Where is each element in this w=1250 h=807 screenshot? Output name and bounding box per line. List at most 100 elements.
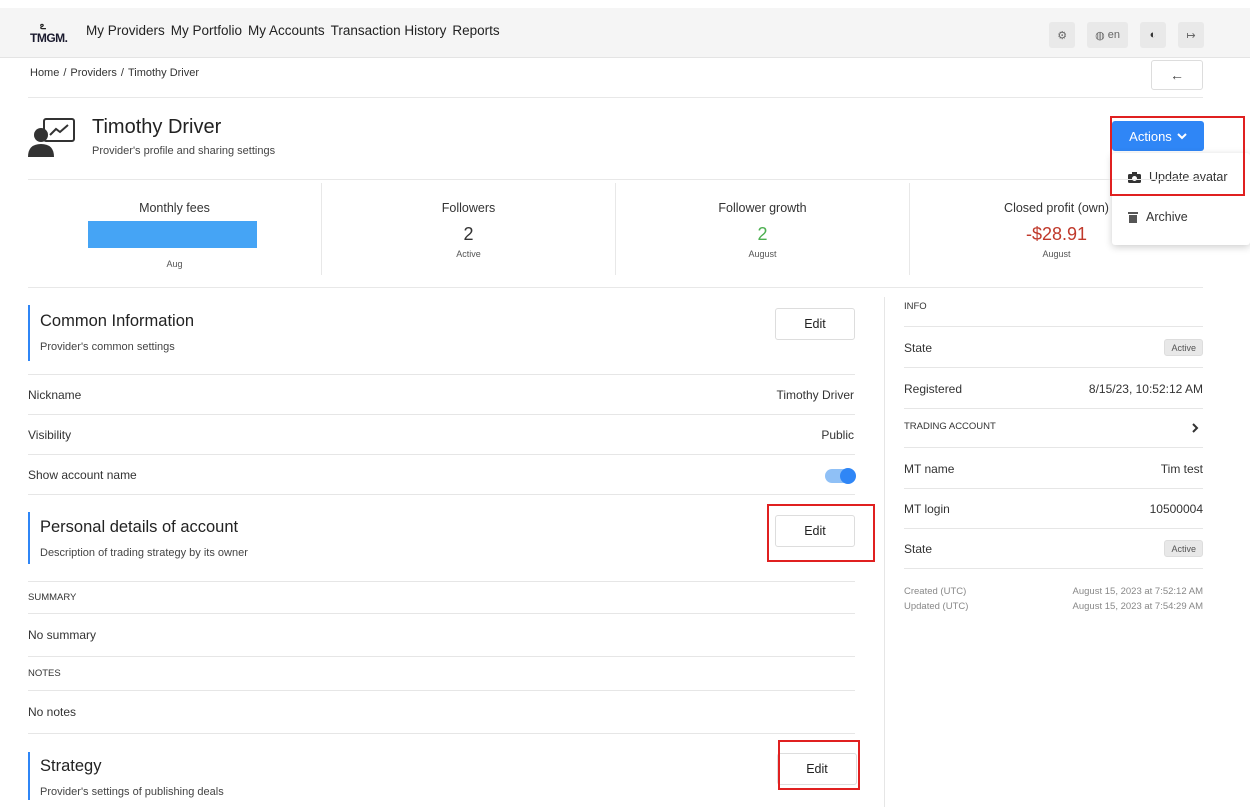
nickname-value: Timothy Driver [776, 388, 854, 402]
divider [28, 690, 855, 691]
mt-login-label: MT login [904, 502, 950, 516]
divider [904, 447, 1203, 448]
summary-value: No summary [28, 628, 97, 642]
visibility-label: Visibility [28, 428, 72, 442]
registered-value: 8/15/23, 10:52:12 AM [1088, 382, 1203, 396]
tmgm-logo[interactable]: ఽ TMGM. [30, 20, 68, 46]
globe-icon: ◍ [1095, 29, 1105, 42]
actions-label: Actions [1129, 128, 1172, 144]
divider [904, 367, 1203, 368]
gear-icon: ⚙ [1057, 29, 1068, 42]
edit-common-button[interactable]: Edit [775, 308, 855, 340]
actions-dropdown-button[interactable]: Actions [1112, 121, 1204, 151]
nickname-label: Nickname [28, 388, 82, 402]
stat-value: 2 [757, 224, 768, 244]
nav-my-providers[interactable]: My Providers [86, 23, 165, 38]
divider [28, 287, 1203, 288]
edit-strategy-button[interactable]: Edit [777, 753, 857, 785]
account-state-badge: Active [1164, 540, 1203, 557]
settings-button[interactable]: ⚙ [1049, 22, 1076, 48]
show-account-name-toggle[interactable] [825, 468, 856, 484]
logout-button[interactable]: ↦ [1178, 22, 1204, 48]
created-label: Created (UTC) [904, 586, 967, 597]
stat-sub: Active [456, 249, 481, 259]
stat-label: Follower growth [718, 201, 807, 215]
back-button[interactable]: ← [1151, 60, 1203, 90]
notes-value: No notes [28, 705, 77, 719]
breadcrumb-current: Timothy Driver [127, 67, 200, 79]
provider-avatar-icon [28, 118, 75, 157]
nav-my-portfolio[interactable]: My Portfolio [171, 23, 242, 38]
divider [28, 374, 855, 375]
theme-toggle-button[interactable]: ◐ [1140, 22, 1166, 48]
stat-sub: August [1042, 249, 1071, 259]
account-state-label: State [904, 542, 933, 556]
chevron-down-icon [1177, 132, 1187, 139]
main-nav: My Providers My Portfolio My Accounts Tr… [86, 23, 500, 38]
nav-tools: ⚙ ◍ en ◐ ↦ [1049, 22, 1204, 48]
logout-icon: ↦ [1186, 29, 1196, 42]
stat-label: Followers [441, 201, 496, 215]
breadcrumb-providers[interactable]: Providers [70, 67, 116, 79]
stat-label: Monthly fees [139, 201, 210, 215]
nav-reports[interactable]: Reports [452, 23, 499, 38]
chevron-right-icon[interactable] [1192, 423, 1199, 433]
visibility-value: Public [821, 428, 854, 442]
info-heading: INFO [904, 301, 927, 312]
divider [904, 528, 1203, 529]
updated-value: August 15, 2023 at 7:54:29 AM [1072, 601, 1203, 612]
divider [28, 581, 855, 582]
edit-personal-details-button[interactable]: Edit [775, 515, 855, 547]
section-subtitle: Provider's settings of publishing deals [40, 786, 224, 798]
divider [904, 408, 1203, 409]
stat-value: 2 [463, 224, 474, 244]
stat-followers: Followers 2 Active [322, 183, 615, 278]
mt-name-value: Tim test [1160, 462, 1203, 476]
breadcrumb-separator: / [63, 67, 67, 79]
section-title: Common Information [40, 312, 195, 330]
divider [28, 454, 855, 455]
stat-value: -$28.91 [1025, 224, 1088, 244]
menu-item-update-avatar[interactable]: Update avatar [1128, 170, 1228, 184]
nav-transaction-history[interactable]: Transaction History [331, 23, 447, 38]
state-label: State [904, 341, 933, 355]
show-account-name-label: Show account name [28, 468, 137, 482]
mt-name-label: MT name [904, 462, 955, 476]
divider [904, 488, 1203, 489]
state-badge: Active [1164, 339, 1203, 356]
top-navbar: ఽ TMGM. My Providers My Portfolio My Acc… [0, 8, 1250, 58]
stat-sub: Aug [166, 259, 183, 269]
language-button[interactable]: ◍ en [1087, 22, 1128, 48]
notes-label: NOTES [28, 668, 61, 679]
section-subtitle: Description of trading strategy by its o… [40, 547, 248, 559]
registered-label: Registered [904, 382, 963, 396]
monthly-fees-bar [88, 221, 257, 248]
divider [28, 179, 1203, 180]
contrast-icon: ◐ [1149, 29, 1157, 41]
section-title: Personal details of account [40, 518, 239, 536]
nav-my-accounts[interactable]: My Accounts [248, 23, 325, 38]
divider [28, 414, 855, 415]
stat-label: Closed profit (own) [1004, 201, 1109, 215]
section-strategy: Strategy Provider's settings of publishi… [28, 752, 224, 800]
breadcrumb-home[interactable]: Home [30, 67, 59, 79]
updated-label: Updated (UTC) [904, 601, 969, 612]
trading-account-heading: TRADING ACCOUNT [904, 421, 996, 432]
breadcrumb-separator: / [120, 67, 124, 79]
divider [28, 656, 855, 657]
divider [904, 326, 1203, 327]
stat-sub: August [748, 249, 777, 259]
section-common-information: Common Information Provider's common set… [28, 305, 194, 361]
camera-icon [1128, 171, 1141, 183]
stat-follower-growth: Follower growth 2 August [616, 183, 909, 278]
page-subtitle: Provider's profile and sharing settings [92, 145, 276, 157]
arrow-left-icon: ← [1170, 67, 1184, 83]
created-value: August 15, 2023 at 7:52:12 AM [1072, 586, 1203, 597]
menu-item-label: Update avatar [1149, 170, 1228, 184]
toggle-knob [840, 468, 856, 484]
logo-text: TMGM. [30, 31, 68, 45]
summary-label: SUMMARY [28, 592, 77, 603]
divider [904, 568, 1203, 569]
breadcrumb: Home / Providers / Timothy Driver [30, 67, 199, 79]
divider [28, 613, 855, 614]
